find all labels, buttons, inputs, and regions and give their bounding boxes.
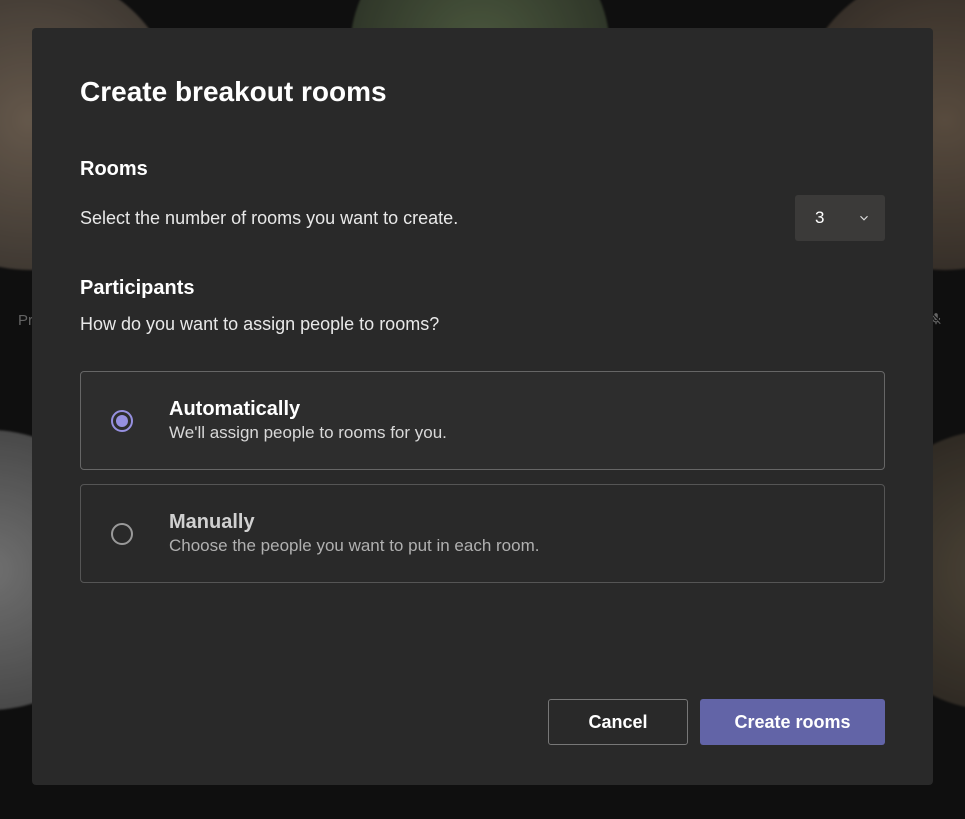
chevron-down-icon bbox=[857, 211, 871, 225]
rooms-heading: Rooms bbox=[80, 158, 885, 181]
option-automatically[interactable]: Automatically We'll assign people to roo… bbox=[80, 371, 885, 470]
radio-dot-icon bbox=[116, 415, 128, 427]
option-text: Manually Choose the people you want to p… bbox=[169, 511, 539, 556]
dialog-title: Create breakout rooms bbox=[80, 76, 885, 108]
rooms-row: Select the number of rooms you want to c… bbox=[80, 195, 885, 241]
rooms-description: Select the number of rooms you want to c… bbox=[80, 208, 795, 229]
option-subtitle: Choose the people you want to put in eac… bbox=[169, 536, 539, 556]
create-breakout-rooms-dialog: Create breakout rooms Rooms Select the n… bbox=[32, 28, 933, 785]
radio-manually[interactable] bbox=[111, 523, 133, 545]
option-title: Automatically bbox=[169, 398, 447, 421]
participants-description: How do you want to assign people to room… bbox=[80, 314, 885, 335]
option-text: Automatically We'll assign people to roo… bbox=[169, 398, 447, 443]
create-rooms-button[interactable]: Create rooms bbox=[700, 699, 885, 745]
radio-automatically[interactable] bbox=[111, 410, 133, 432]
option-title: Manually bbox=[169, 511, 539, 534]
assignment-options: Automatically We'll assign people to roo… bbox=[80, 371, 885, 583]
option-subtitle: We'll assign people to rooms for you. bbox=[169, 423, 447, 443]
rooms-count-dropdown[interactable]: 3 bbox=[795, 195, 885, 241]
participant-name-partial: Pr bbox=[18, 312, 33, 329]
option-manually[interactable]: Manually Choose the people you want to p… bbox=[80, 484, 885, 583]
dialog-footer: Cancel Create rooms bbox=[80, 699, 885, 745]
participants-heading: Participants bbox=[80, 277, 885, 300]
rooms-count-value: 3 bbox=[815, 208, 824, 228]
cancel-button[interactable]: Cancel bbox=[548, 699, 688, 745]
